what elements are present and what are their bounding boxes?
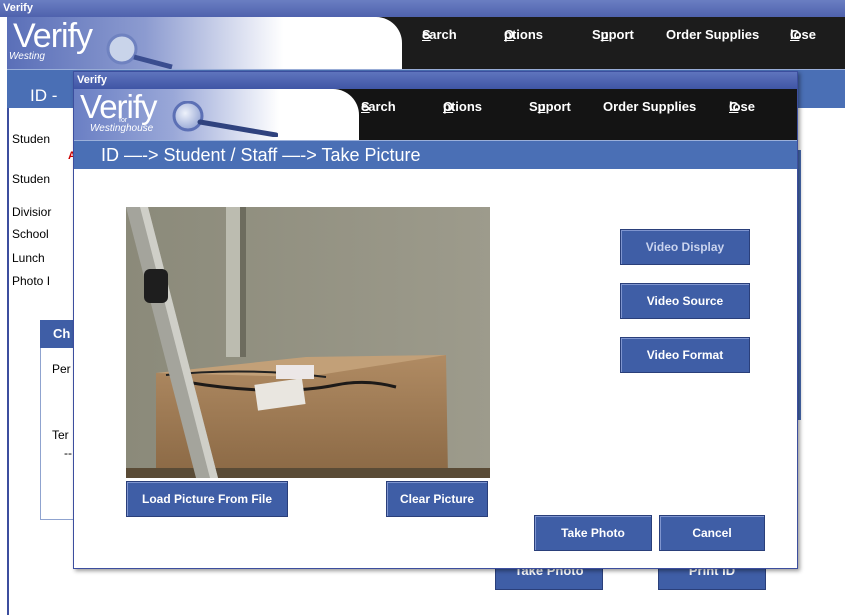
menu-search[interactable]: Search	[361, 89, 396, 125]
video-format-label: Video Format	[646, 348, 724, 362]
bg-app-header: Verify Westing Search Options Su pport Or…	[7, 17, 845, 69]
bg-panel-head: Ch	[40, 320, 77, 348]
camera-preview-image	[126, 207, 490, 478]
bg-menu-support[interactable]: Su pport	[592, 17, 634, 53]
bg-window-titlebar[interactable]: Verify	[0, 0, 845, 17]
bg-window-title: Verify	[3, 2, 33, 14]
bg-label-student-2: Studen	[12, 172, 51, 186]
dialog-menu: Search Options Su pport Order Supplies Cl…	[74, 89, 797, 125]
menu-close[interactable]: Close	[729, 89, 755, 125]
bg-id-label: ID -	[30, 86, 58, 105]
dialog-title: Verify	[77, 74, 107, 86]
load-picture-label: Load Picture From File	[141, 492, 273, 506]
bg-label-school: School	[12, 227, 49, 241]
video-display-button[interactable]: Video Display	[620, 229, 750, 265]
video-display-label: Video Display	[645, 240, 725, 254]
menu-support[interactable]: Su pport	[529, 89, 571, 125]
bg-menu-search[interactable]: Search	[422, 17, 457, 53]
bg-panel-label-per: Per	[52, 362, 71, 376]
video-source-button[interactable]: Video Source	[620, 283, 750, 319]
menu-order-supplies[interactable]: Order Supplies	[603, 89, 696, 125]
breadcrumb: ID —-> Student / Staff —-> Take Picture	[101, 145, 421, 165]
bg-menu: Search Options Su pport Order Supplies Cl…	[7, 17, 845, 53]
video-source-label: Video Source	[646, 294, 724, 308]
bg-menu-order-supplies[interactable]: Order Supplies	[666, 17, 759, 53]
video-format-button[interactable]: Video Format	[620, 337, 750, 373]
clear-picture-label: Clear Picture	[399, 492, 475, 506]
cancel-button[interactable]: Cancel	[659, 515, 765, 551]
bg-menu-close[interactable]: Close	[790, 17, 816, 53]
bg-panel-label-ter: Ter	[52, 428, 69, 442]
bg-label-student: Studen	[12, 132, 51, 146]
take-picture-dialog: Verify Verify for Westinghouse Search Op…	[73, 71, 798, 569]
bg-label-lunch: Lunch	[12, 251, 45, 265]
clear-picture-button[interactable]: Clear Picture	[386, 481, 488, 517]
bg-menu-options[interactable]: Options	[504, 17, 543, 53]
dialog-titlebar[interactable]: Verify	[74, 72, 797, 89]
take-photo-button[interactable]: Take Photo	[534, 515, 652, 551]
menu-options[interactable]: Options	[443, 89, 482, 125]
bg-label-photo: Photo I	[12, 274, 51, 288]
cancel-label: Cancel	[692, 526, 732, 540]
bg-panel-label-dash: --	[64, 446, 72, 460]
load-picture-button[interactable]: Load Picture From File	[126, 481, 288, 517]
camera-preview	[126, 207, 490, 478]
bg-label-division: Divisior	[12, 205, 52, 219]
take-photo-label: Take Photo	[561, 526, 625, 540]
